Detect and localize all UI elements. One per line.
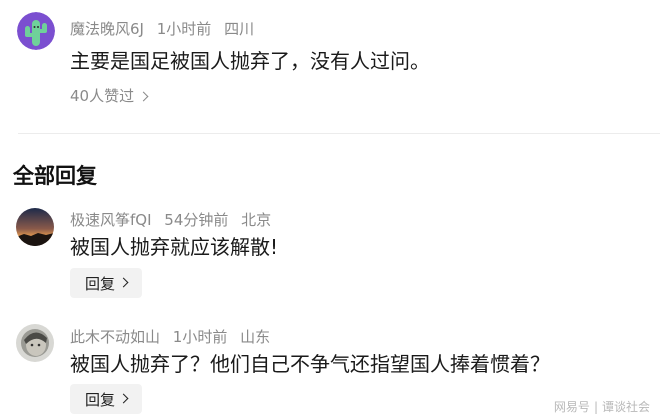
likes-link[interactable]: 40人赞过 <box>70 86 149 106</box>
divider <box>18 133 660 134</box>
chevron-right-icon <box>118 277 129 287</box>
likes-count: 40人赞过 <box>70 87 135 105</box>
comment-text: 主要是国足被国人抛弃了，没有人过问。 <box>70 49 430 73</box>
location: 北京 <box>241 211 272 229</box>
reply-button-label: 回复 <box>84 274 115 293</box>
reply-button[interactable]: 回复 <box>70 268 142 298</box>
reply-meta: 此木不动如山 1小时前 山东 <box>70 327 278 347</box>
reply-button-label: 回复 <box>84 390 115 409</box>
portrait-avatar-icon <box>16 324 54 362</box>
timestamp: 1小时前 <box>172 328 228 346</box>
comment-meta: 魔法晚风6J 1小时前 四川 <box>70 19 262 39</box>
sunset-avatar-icon <box>16 208 54 246</box>
avatar[interactable] <box>16 324 54 362</box>
watermark-author: 谭谈社会 <box>601 400 650 414</box>
reply-meta: 极速风筝fQI 54分钟前 北京 <box>70 210 279 230</box>
watermark: 网易号 | 谭谈社会 <box>554 398 650 415</box>
watermark-brand: 网易号 <box>553 400 590 414</box>
username[interactable]: 极速风筝fQI <box>70 211 152 229</box>
avatar[interactable] <box>16 208 54 246</box>
chevron-right-icon <box>118 393 129 403</box>
section-title: 全部回复 <box>13 164 97 188</box>
avatar[interactable] <box>17 12 55 50</box>
cactus-avatar-icon <box>17 12 55 50</box>
timestamp: 1小时前 <box>156 20 212 38</box>
chevron-right-icon <box>138 91 149 102</box>
location: 山东 <box>240 328 271 346</box>
watermark-separator: | <box>593 400 598 414</box>
reply-text: 被国人抛弃了？他们自己不争气还指望国人捧着惯着？ <box>70 352 550 376</box>
location: 四川 <box>224 20 255 38</box>
reply-button[interactable]: 回复 <box>70 384 142 414</box>
reply-text: 被国人抛弃就应该解散! <box>70 235 279 259</box>
username[interactable]: 此木不动如山 <box>70 328 160 346</box>
username[interactable]: 魔法晚风6J <box>70 20 144 38</box>
timestamp: 54分钟前 <box>164 211 229 229</box>
